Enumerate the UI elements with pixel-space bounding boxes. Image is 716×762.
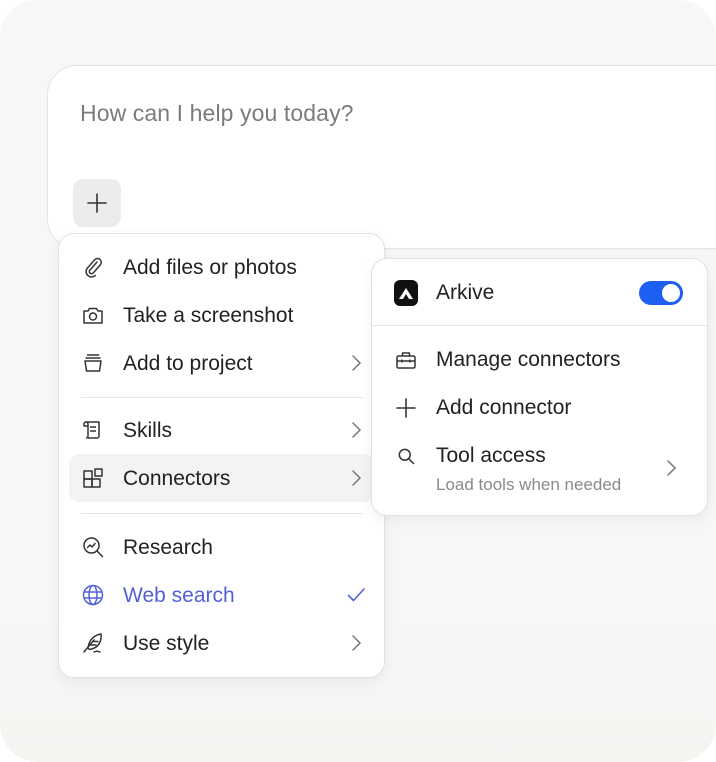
menu-item-label: Add to project: [123, 352, 253, 375]
menu-item-label: Skills: [123, 419, 173, 442]
add-button[interactable]: [73, 179, 121, 227]
scroll-icon: [81, 418, 105, 442]
chevron-right-icon: [661, 458, 681, 478]
arkive-logo-icon: [394, 280, 418, 306]
toolbox-icon: [394, 348, 418, 372]
menu-item-add-to-project[interactable]: Add to project: [69, 339, 374, 387]
connector-arkive[interactable]: Arkive: [382, 269, 697, 317]
menu-item-label: Add files or photos: [123, 256, 297, 279]
chevron-right-icon: [346, 633, 366, 653]
attach-menu: Add files or photos Take a screenshot Ad…: [58, 233, 385, 678]
research-icon: [81, 535, 105, 559]
chevron-right-icon: [346, 420, 366, 440]
menu-item-web-search[interactable]: Web search: [69, 571, 374, 619]
search-icon: [394, 444, 418, 468]
connectors-submenu: Arkive Manage connectors Add connector T…: [371, 258, 708, 516]
submenu-item-tool-access[interactable]: Tool access Load tools when needed: [382, 432, 697, 498]
app-window: How can I help you today? Add files or p…: [0, 0, 716, 762]
menu-divider: [81, 397, 363, 398]
menu-item-label: Use style: [123, 632, 210, 655]
submenu-item-label: Manage connectors: [436, 348, 621, 371]
check-icon: [346, 585, 366, 605]
menu-divider: [81, 513, 363, 514]
paperclip-icon: [81, 255, 105, 279]
chat-composer[interactable]: How can I help you today?: [47, 65, 716, 249]
chevron-right-icon: [346, 353, 366, 373]
menu-item-connectors[interactable]: Connectors: [69, 454, 374, 502]
connector-name: Arkive: [436, 281, 495, 304]
menu-item-label: Web search: [123, 584, 235, 607]
camera-icon: [81, 303, 105, 327]
submenu-divider: [372, 325, 707, 326]
globe-icon: [81, 583, 105, 607]
submenu-item-label: Tool access: [436, 444, 546, 467]
prompt-placeholder[interactable]: How can I help you today?: [80, 100, 354, 127]
menu-item-research[interactable]: Research: [69, 523, 374, 571]
menu-item-skills[interactable]: Skills: [69, 406, 374, 454]
submenu-item-add-connector[interactable]: Add connector: [382, 384, 697, 432]
plus-icon: [85, 191, 109, 215]
project-icon: [81, 351, 105, 375]
menu-item-label: Take a screenshot: [123, 304, 294, 327]
submenu-item-label: Add connector: [436, 396, 572, 419]
submenu-item-manage-connectors[interactable]: Manage connectors: [382, 336, 697, 384]
menu-item-label: Research: [123, 536, 213, 559]
feather-icon: [81, 631, 105, 655]
menu-item-screenshot[interactable]: Take a screenshot: [69, 291, 374, 339]
plus-icon: [394, 396, 418, 420]
connector-toggle[interactable]: [639, 281, 683, 305]
chevron-right-icon: [346, 468, 366, 488]
connectors-icon: [81, 466, 105, 490]
menu-item-add-files[interactable]: Add files or photos: [69, 243, 374, 291]
submenu-item-sublabel: Load tools when needed: [436, 475, 622, 494]
toggle-knob: [662, 284, 680, 302]
menu-item-use-style[interactable]: Use style: [69, 619, 374, 667]
menu-item-label: Connectors: [123, 467, 231, 490]
